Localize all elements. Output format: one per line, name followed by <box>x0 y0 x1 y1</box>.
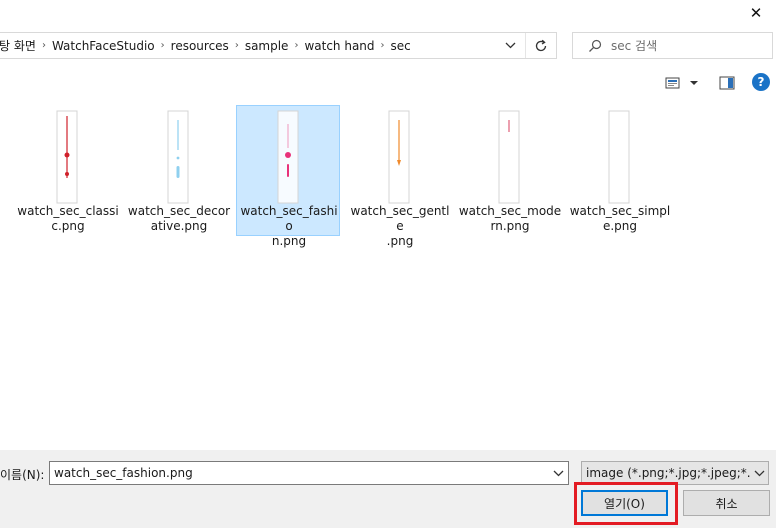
breadcrumb-watchfacestudio[interactable]: WatchFaceStudio <box>48 39 159 53</box>
address-row: 탕 화면 › WatchFaceStudio › resources › sam… <box>0 30 776 66</box>
file-name-line: watch_sec_mode <box>458 204 562 218</box>
help-glyph: ? <box>757 75 765 89</box>
file-name: watch_sec_gentle .png <box>348 204 452 249</box>
breadcrumb-watch-hand[interactable]: watch hand <box>300 39 378 53</box>
address-bar[interactable]: 탕 화면 › WatchFaceStudio › resources › sam… <box>0 32 557 59</box>
filename-dropdown[interactable] <box>548 462 568 484</box>
breadcrumb-desktop[interactable]: 탕 화면 <box>0 37 40 54</box>
cancel-button[interactable]: 취소 <box>683 490 770 516</box>
breadcrumb-resources[interactable]: resources <box>167 39 233 53</box>
file-name-line: watch_sec_decor <box>127 204 231 218</box>
chevron-down-icon <box>754 470 764 476</box>
search-input[interactable]: sec 검색 <box>572 32 773 59</box>
file-name: watch_sec_classi c.png <box>16 204 120 234</box>
breadcrumb-separator-icon[interactable]: › <box>159 40 167 51</box>
file-name: watch_sec_fashio n.png <box>237 204 341 249</box>
breadcrumb: 탕 화면 › WatchFaceStudio › resources › sam… <box>0 33 415 58</box>
filename-field[interactable]: watch_sec_fashion.png <box>49 461 569 485</box>
file-name: watch_sec_decor ative.png <box>127 204 231 234</box>
breadcrumb-separator-icon[interactable]: › <box>233 40 241 51</box>
refresh-button[interactable] <box>525 33 556 58</box>
file-list[interactable]: watch_sec_classi c.png watch_sec_decor a… <box>0 98 776 450</box>
preview-pane-button[interactable] <box>716 74 738 92</box>
toolbar: ? <box>0 66 776 99</box>
file-name: watch_sec_simpl e.png <box>568 204 672 234</box>
file-thumbnail <box>388 110 410 204</box>
breadcrumb-separator-icon[interactable]: › <box>292 40 300 51</box>
file-item[interactable]: watch_sec_gentle .png <box>347 105 451 248</box>
caret-down-icon <box>690 81 698 85</box>
chevron-down-icon <box>553 470 563 476</box>
file-name-line: watch_sec_simpl <box>569 204 671 218</box>
file-thumbnail <box>498 110 520 204</box>
file-thumbnail <box>608 110 630 204</box>
search-icon <box>589 39 602 52</box>
file-thumbnail <box>277 110 299 204</box>
file-item[interactable]: watch_sec_simpl e.png <box>567 105 671 236</box>
file-type-dropdown[interactable] <box>750 462 768 484</box>
close-button[interactable]: ✕ <box>736 0 776 26</box>
address-history-dropdown[interactable] <box>499 33 521 58</box>
open-button[interactable]: 열기(O) <box>581 490 668 516</box>
title-bar: ✕ <box>0 0 776 30</box>
close-icon: ✕ <box>749 4 763 22</box>
file-item[interactable]: watch_sec_decor ative.png <box>126 105 230 236</box>
file-name-line: watch_sec_fashio <box>240 204 338 233</box>
file-name-line: watch_sec_classi <box>17 204 119 218</box>
file-item[interactable]: watch_sec_classi c.png <box>15 105 119 236</box>
file-name-line: rn.png <box>490 219 530 233</box>
file-name-line: n.png <box>271 234 307 248</box>
file-thumbnail <box>56 110 78 204</box>
file-name-line: ative.png <box>150 219 208 233</box>
breadcrumb-sec[interactable]: sec <box>387 39 415 53</box>
file-thumbnail <box>167 110 189 204</box>
file-type-value: image (*.png;*.jpg;*.jpeg;*.jfif;* <box>586 466 750 480</box>
view-icon <box>665 77 680 89</box>
breadcrumb-sample[interactable]: sample <box>241 39 293 53</box>
search-placeholder: sec 검색 <box>611 39 658 53</box>
file-name: watch_sec_mode rn.png <box>458 204 562 234</box>
help-icon: ? <box>752 73 770 91</box>
filename-label: 이름(N): <box>0 468 45 482</box>
file-name-line: c.png <box>51 219 85 233</box>
help-button[interactable]: ? <box>751 72 771 92</box>
breadcrumb-separator-icon[interactable]: › <box>379 40 387 51</box>
file-name-line: e.png <box>602 219 638 233</box>
bottom-pane: 이름(N): watch_sec_fashion.png image (*.pn… <box>0 450 776 528</box>
file-item-selected[interactable]: watch_sec_fashio n.png <box>236 105 340 248</box>
refresh-icon <box>535 39 547 51</box>
view-mode-button[interactable] <box>662 74 702 92</box>
file-item[interactable]: watch_sec_mode rn.png <box>457 105 561 236</box>
breadcrumb-separator-icon[interactable]: › <box>40 40 48 51</box>
file-name-line: watch_sec_gentle <box>350 204 450 233</box>
file-type-select[interactable]: image (*.png;*.jpg;*.jpeg;*.jfif;* <box>581 461 769 485</box>
chevron-down-icon <box>505 42 515 49</box>
filename-value: watch_sec_fashion.png <box>54 466 193 480</box>
file-name-line: .png <box>386 234 414 248</box>
preview-pane-icon <box>719 76 735 90</box>
